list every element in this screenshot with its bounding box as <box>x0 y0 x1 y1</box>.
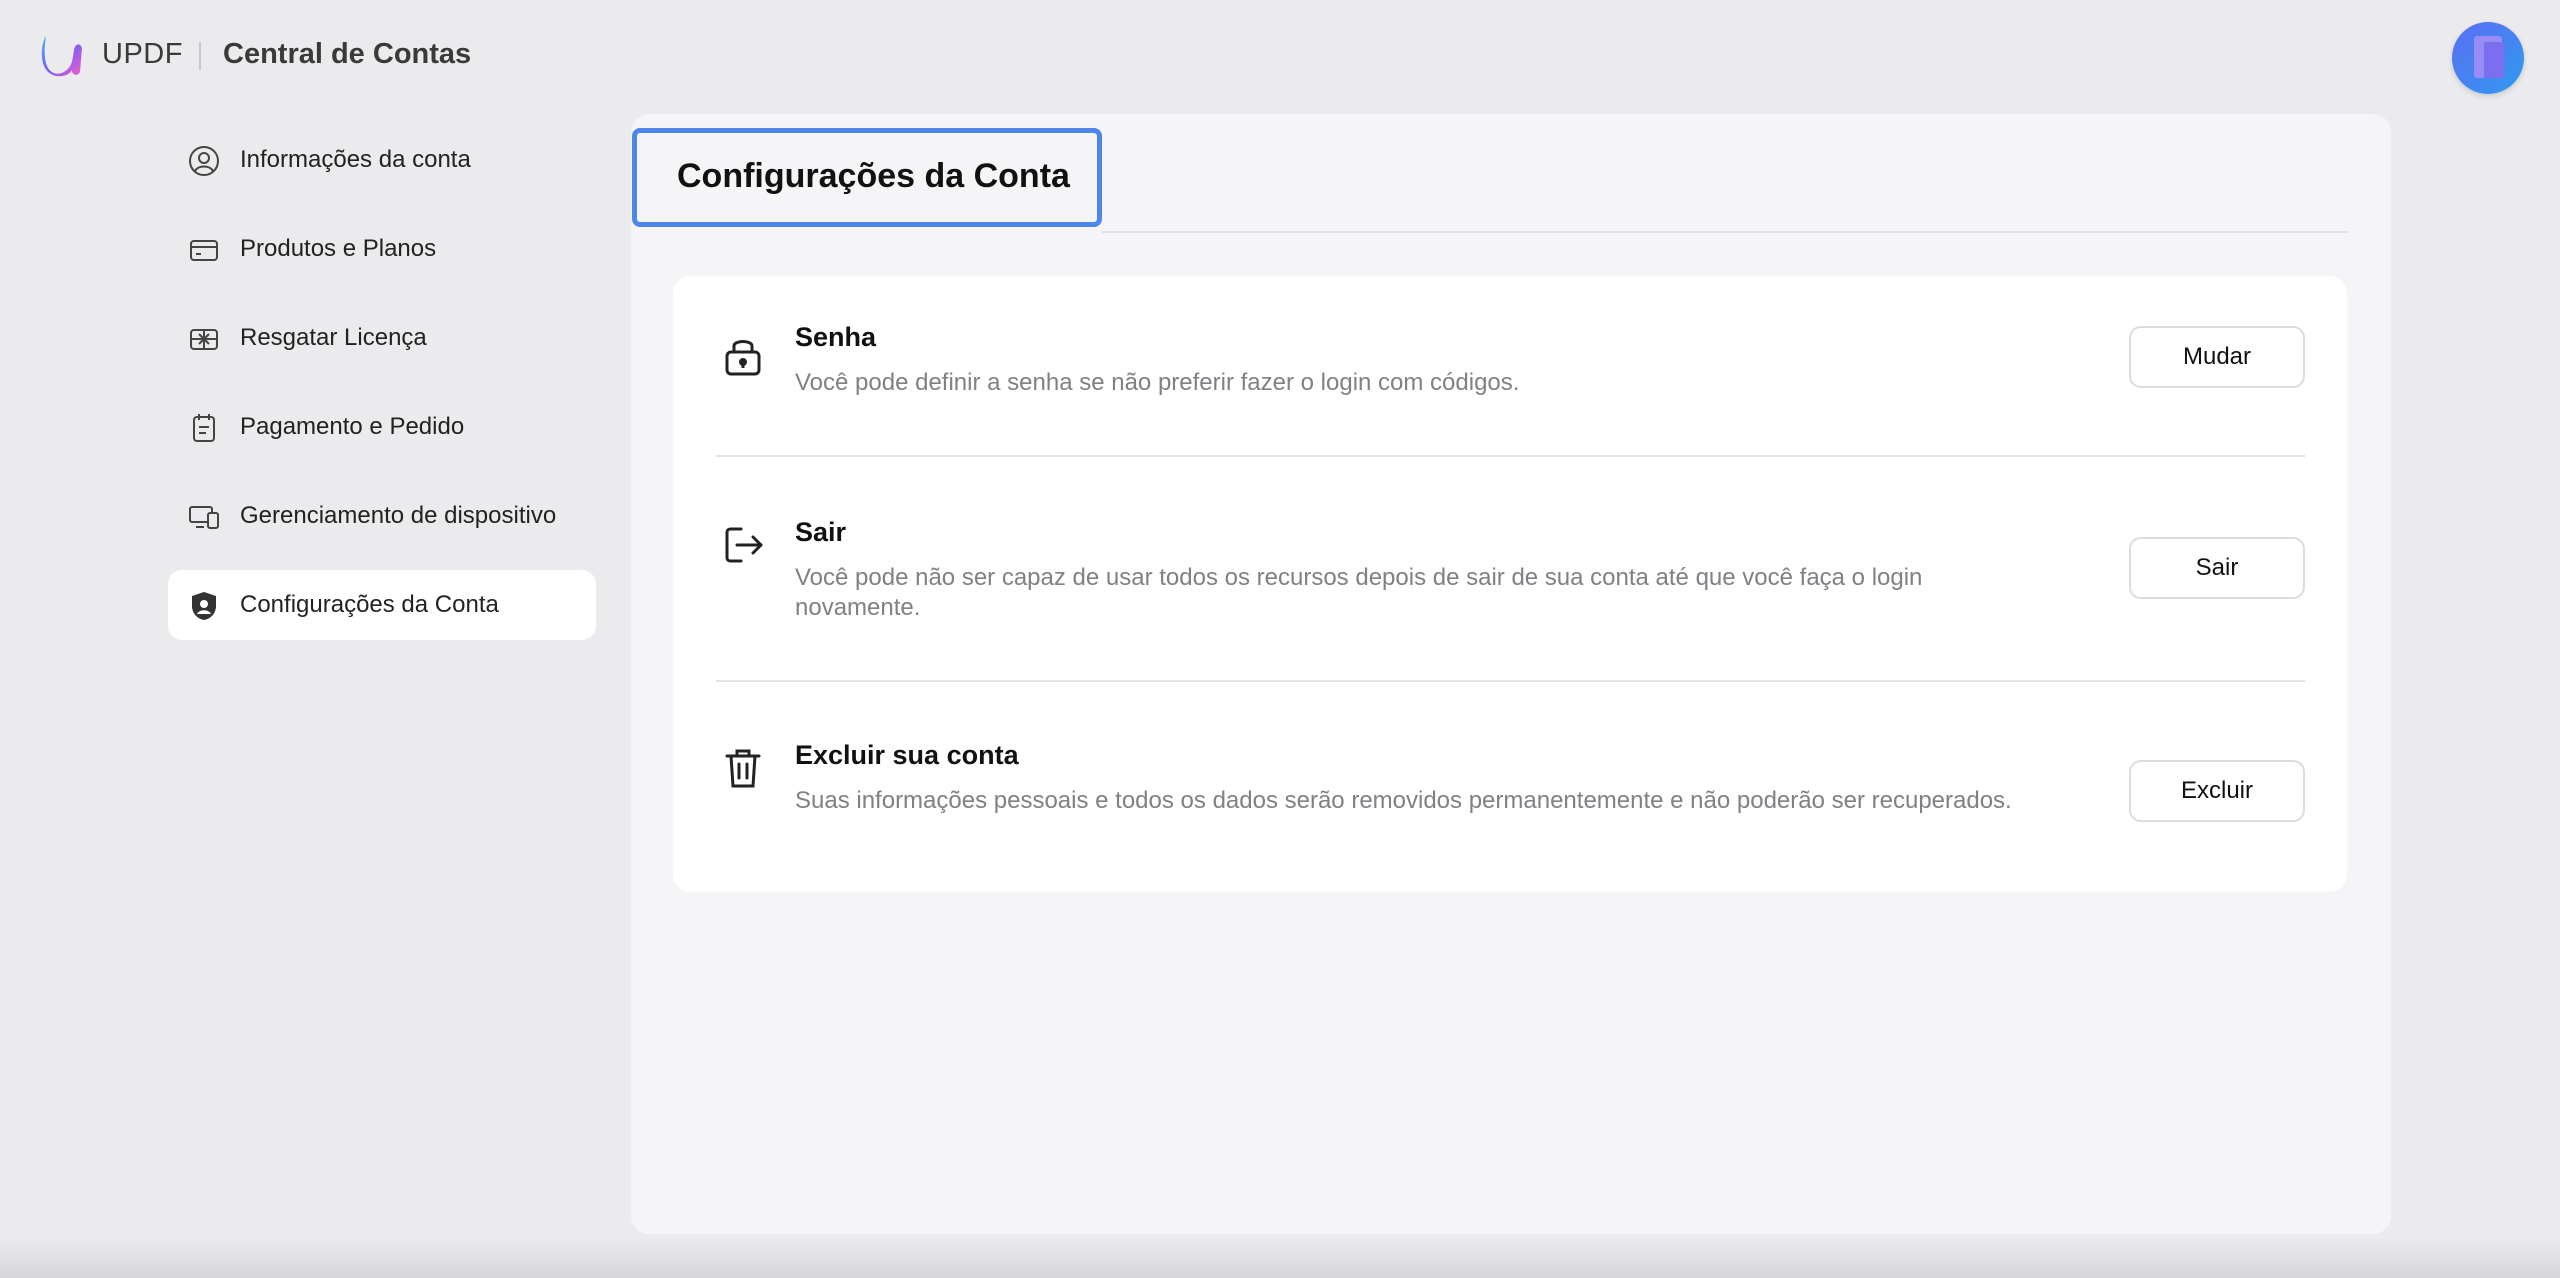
lock-icon <box>725 340 761 376</box>
card-icon <box>190 240 218 261</box>
user-circle-icon <box>189 146 219 176</box>
header-separator <box>199 42 201 70</box>
settings-card: Senha Você pode definir a senha se não p… <box>673 276 2347 892</box>
setting-description: Suas informações pessoais e todos os dad… <box>795 787 2012 814</box>
tab-account-settings[interactable]: Configurações da Conta <box>632 128 1102 227</box>
sidebar-item-account-settings[interactable]: Configurações da Conta <box>168 570 596 640</box>
delete-account-button[interactable]: Excluir <box>2129 760 2305 822</box>
sidebar-item-label: Produtos e Planos <box>240 235 437 262</box>
tab-underline <box>1102 231 2347 233</box>
trash-icon <box>725 749 761 788</box>
sidebar: Informações da conta Produtos e Planos R… <box>168 112 596 659</box>
page-title: Central de Contas <box>223 38 472 70</box>
sidebar-item-label: Configurações da Conta <box>240 591 499 618</box>
setting-row-password: Senha Você pode definir a senha se não p… <box>673 276 2347 456</box>
setting-title: Senha <box>795 322 877 352</box>
setting-title: Excluir sua conta <box>795 740 1019 770</box>
shield-user-icon <box>192 592 216 620</box>
sidebar-item-payment[interactable]: Pagamento e Pedido <box>168 392 596 462</box>
logout-button[interactable]: Sair <box>2129 537 2305 599</box>
sidebar-item-devices[interactable]: Gerenciamento de dispositivo <box>168 481 596 551</box>
user-avatar[interactable] <box>2452 22 2524 94</box>
updf-logo[interactable] <box>38 30 88 80</box>
brand-name: UPDF <box>102 38 183 70</box>
setting-title: Sair <box>795 517 847 547</box>
setting-row-logout: Sair Você pode não ser capaz de usar tod… <box>673 457 2347 679</box>
sidebar-item-label: Informações da conta <box>240 146 471 173</box>
sidebar-item-redeem[interactable]: Resgatar Licença <box>168 303 596 373</box>
logout-icon <box>725 527 763 563</box>
sidebar-item-label: Pagamento e Pedido <box>240 413 465 440</box>
change-password-button[interactable]: Mudar <box>2129 326 2305 388</box>
sidebar-item-label: Resgatar Licença <box>240 324 427 351</box>
tab-title: Configurações da Conta <box>677 157 1070 195</box>
gift-icon <box>190 329 218 350</box>
setting-row-delete-account: Excluir sua conta Suas informações pesso… <box>673 682 2347 892</box>
top-bar: UPDF Central de Contas <box>0 0 2560 112</box>
setting-description: Você pode definir a senha se não preferi… <box>795 369 1520 396</box>
sidebar-item-label: Gerenciamento de dispositivo <box>240 502 557 529</box>
sidebar-item-account-info[interactable]: Informações da conta <box>168 125 596 195</box>
setting-description: Você pode não ser capaz de usar todos os… <box>795 564 1923 621</box>
devices-icon <box>189 506 219 529</box>
clipboard-icon <box>193 414 215 442</box>
avatar-doc-shade <box>2484 42 2504 78</box>
window-bottom-shadow <box>0 1238 2560 1278</box>
sidebar-item-products[interactable]: Produtos e Planos <box>168 214 596 284</box>
